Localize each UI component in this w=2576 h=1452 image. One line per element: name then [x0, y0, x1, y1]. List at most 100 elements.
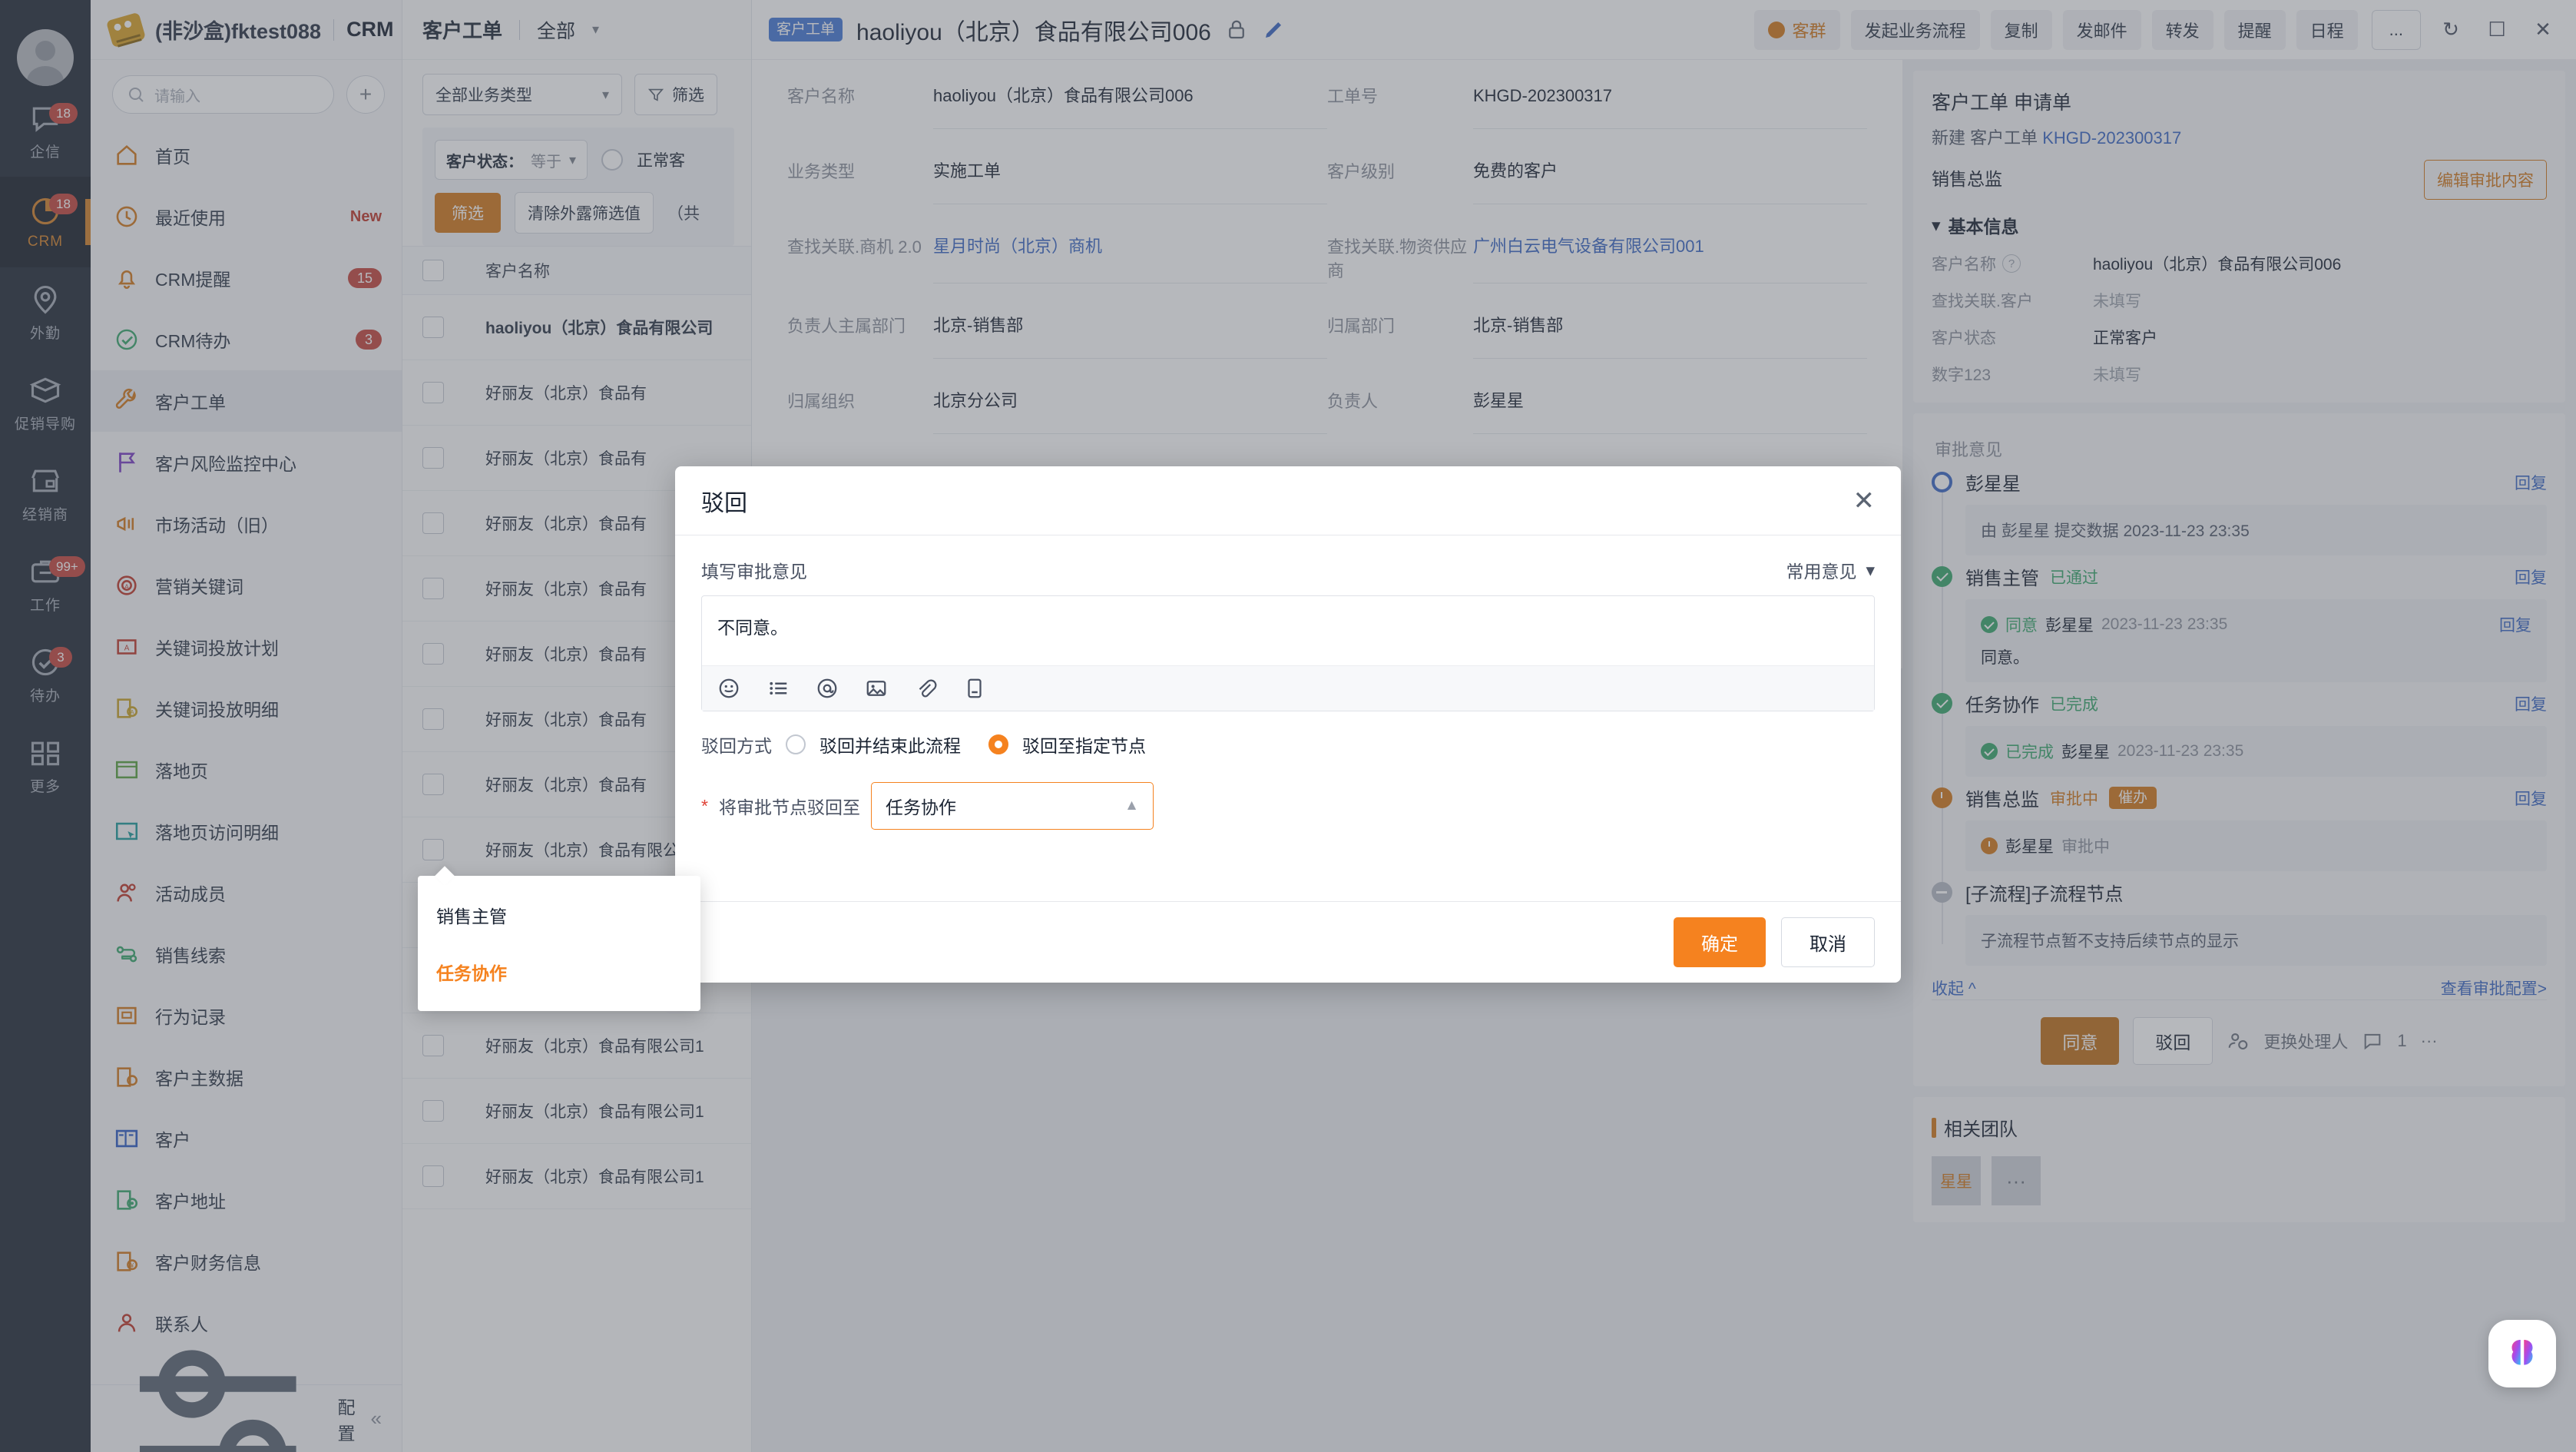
filter-button[interactable]: 筛选 [634, 74, 717, 115]
detail-action-1[interactable]: 发起业务流程 [1850, 9, 1980, 50]
view-approval-config-link[interactable]: 查看审批配置> [2441, 976, 2547, 999]
comment-icon[interactable] [2362, 1030, 2383, 1052]
rail-item-5[interactable]: 工作 99+ [0, 539, 91, 630]
pencil-icon[interactable] [1262, 18, 1285, 41]
detail-action-3[interactable]: 发邮件 [2062, 9, 2141, 50]
biz-type-select[interactable]: 全部业务类型 ▾ [422, 74, 622, 115]
table-row[interactable]: haoliyou（北京）食品有限公司 [402, 295, 751, 360]
chevron-down-icon[interactable]: ▾ [592, 22, 599, 38]
avatar[interactable]: ··· [1992, 1156, 2041, 1205]
target-node-select[interactable]: 任务协作 ▲ [870, 782, 1154, 830]
select-all-checkbox[interactable] [422, 260, 444, 281]
edit-approval-content-button[interactable]: 编辑审批内容 [2424, 160, 2547, 200]
sidebar-item-10[interactable]: 落地页 [91, 739, 402, 801]
detail-action-2[interactable]: 复制 [1990, 9, 2052, 50]
change-handler-icon[interactable] [2227, 1029, 2250, 1053]
table-row[interactable]: 好丽友（北京）食品有限公司1 [402, 1144, 751, 1209]
row-checkbox[interactable] [422, 578, 444, 599]
sidebar-item-6[interactable]: 市场活动（旧） [91, 493, 402, 555]
sidebar-item-11[interactable]: 落地页访问明细 [91, 801, 402, 862]
change-handler-label[interactable]: 更换处理人 [2263, 1029, 2348, 1053]
condition-select[interactable]: 客户状态： 等于 ▾ [435, 140, 588, 180]
row-checkbox[interactable] [422, 447, 444, 469]
reply-link[interactable]: 回复 [2515, 471, 2547, 494]
dropdown-option-0[interactable]: 销售主管 [418, 887, 700, 943]
mention-icon[interactable] [816, 677, 839, 700]
dropdown-option-1[interactable]: 任务协作 [418, 943, 700, 1000]
common-opinions-button[interactable]: 常用意见 ▾ [1786, 557, 1875, 583]
reject-mode-option-0-radio[interactable] [786, 734, 806, 754]
reply-link[interactable]: 回复 [2515, 692, 2547, 715]
rail-item-6[interactable]: 待办 3 [0, 630, 91, 721]
detail-action-5[interactable]: 提醒 [2223, 9, 2286, 50]
rail-item-3[interactable]: 促销导购 [0, 358, 91, 449]
reply-link[interactable]: 回复 [2499, 613, 2531, 636]
row-checkbox[interactable] [422, 1165, 444, 1187]
close-icon[interactable]: ✕ [2527, 14, 2559, 46]
sidebar-item-17[interactable]: 客户地址 [91, 1169, 402, 1231]
sidebar-item-5[interactable]: 客户风险监控中心 [91, 432, 402, 493]
sidebar-item-7[interactable]: A 营销关键词 [91, 555, 402, 616]
attachment-icon[interactable] [914, 677, 937, 700]
rail-item-1[interactable]: CRM 18 [0, 177, 91, 267]
sidebar-item-12[interactable]: 活动成员 [91, 862, 402, 923]
field-value[interactable]: 星月时尚（北京）商机 [933, 235, 1327, 284]
sidebar-item-0[interactable]: 首页 [91, 124, 402, 186]
detail-action-4[interactable]: 转发 [2151, 9, 2213, 50]
table-row[interactable]: 好丽友（北京）食品有 [402, 360, 751, 426]
clear-filter-button[interactable]: 清除外露筛选值 [515, 192, 654, 234]
sidebar-item-1[interactable]: 最近使用 New [91, 186, 402, 247]
reply-link[interactable]: 回复 [2515, 565, 2547, 588]
ai-assistant-button[interactable] [2488, 1320, 2556, 1387]
avatar[interactable]: 星星 [1932, 1156, 1981, 1205]
rail-item-7[interactable]: 更多 [0, 721, 91, 811]
reject-mode-option-1-label[interactable]: 驳回至指定节点 [1022, 731, 1146, 757]
image-icon[interactable] [865, 677, 888, 700]
sidebar-item-14[interactable]: 行为记录 [91, 985, 402, 1046]
reject-mode-option-1-radio[interactable] [988, 734, 1008, 754]
row-checkbox[interactable] [422, 839, 444, 860]
row-checkbox[interactable] [422, 317, 444, 338]
row-checkbox[interactable] [422, 512, 444, 534]
sidebar-item-2[interactable]: CRM提醒 15 [91, 247, 402, 309]
list-view-name[interactable]: 全部 [537, 16, 575, 44]
close-icon[interactable]: ✕ [1853, 488, 1876, 514]
reply-link[interactable]: 回复 [2515, 787, 2547, 810]
urge-button[interactable]: 催办 [2109, 787, 2157, 809]
sidebar-item-3[interactable]: CRM待办 3 [91, 309, 402, 370]
refresh-icon[interactable]: ↻ [2435, 14, 2467, 46]
maximize-icon[interactable]: ☐ [2481, 14, 2513, 46]
condition-radio[interactable] [601, 149, 624, 171]
detail-action-0[interactable]: 客群 [1753, 9, 1840, 50]
sidebar-item-9[interactable]: A 关键词投放明细 [91, 678, 402, 739]
sidebar-item-15[interactable]: 客户主数据 [91, 1046, 402, 1108]
basic-info-accordion[interactable]: ▾ 基本信息 [1932, 212, 2547, 238]
nav-footer[interactable]: 配置 « [91, 1350, 402, 1452]
emoji-icon[interactable] [717, 677, 740, 700]
table-row[interactable]: 好丽友（北京）食品有限公司1 [402, 1013, 751, 1079]
row-checkbox[interactable] [422, 1035, 444, 1056]
more-actions-button[interactable]: ... [2371, 9, 2421, 50]
field-value[interactable]: 广州白云电气设备有限公司001 [1473, 235, 1867, 284]
cancel-button[interactable]: 取消 [1781, 917, 1875, 967]
reject-mode-option-0-label[interactable]: 驳回并结束此流程 [819, 731, 961, 757]
card-icon[interactable] [963, 677, 986, 700]
sidebar-item-16[interactable]: 客户 [91, 1108, 402, 1169]
avatar[interactable] [17, 29, 74, 86]
rail-item-2[interactable]: 外勤 [0, 267, 91, 358]
sidebar-item-13[interactable]: 销售线索 [91, 923, 402, 985]
rail-item-0[interactable]: 企信 18 [0, 86, 91, 177]
list-icon[interactable] [767, 677, 790, 700]
approval-more-button[interactable]: ··· [2421, 1031, 2438, 1051]
table-row[interactable]: 好丽友（北京）食品有限公司1 [402, 1079, 751, 1144]
sidebar-item-4[interactable]: 客户工单 [91, 370, 402, 432]
apply-filter-button[interactable]: 筛选 [435, 193, 501, 233]
agree-button[interactable]: 同意 [2041, 1017, 2120, 1065]
double-chevron-left-icon[interactable]: « [371, 1407, 382, 1430]
row-checkbox[interactable] [422, 382, 444, 403]
help-icon[interactable]: ? [2002, 254, 2021, 273]
collapse-link[interactable]: 收起 ^ [1932, 976, 1976, 999]
add-button[interactable]: + [346, 75, 385, 114]
row-checkbox[interactable] [422, 774, 444, 795]
comment-textarea[interactable]: 不同意。 [702, 596, 1874, 665]
